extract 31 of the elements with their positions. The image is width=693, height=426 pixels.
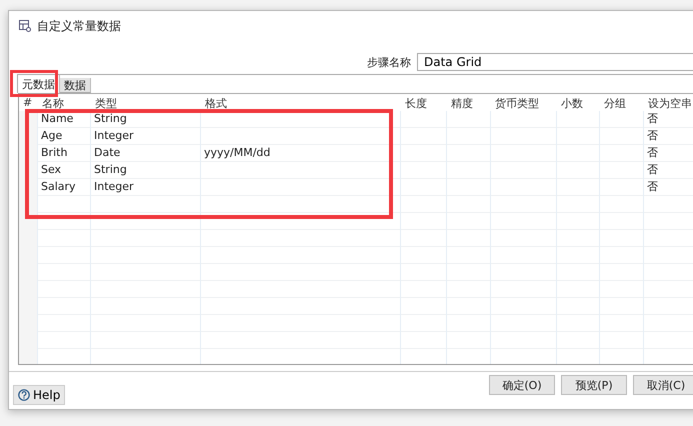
tab[interactable]: 数据 — [60, 78, 91, 93]
column-header: 分组 — [600, 94, 644, 111]
help-button[interactable]: Help — [13, 385, 66, 405]
grid-icon — [19, 20, 31, 32]
dialog-button[interactable]: 确定(O) — [489, 375, 555, 395]
table-cell-text: String — [93, 162, 128, 178]
column-header: 小数 — [557, 94, 600, 111]
dialog-button[interactable]: 预览(P) — [561, 375, 627, 395]
table-cell-text: Name — [40, 111, 74, 127]
table-cell-text: Age — [40, 128, 64, 144]
column-header: 精度 — [447, 94, 491, 111]
table-cell-text: Integer — [93, 128, 135, 144]
column-header: 长度 — [401, 94, 447, 111]
table-cell-text: 否 — [646, 162, 659, 178]
column-header: 货币类型 — [491, 94, 557, 111]
table-cell-text: Sex — [40, 162, 62, 178]
table-cell-text: 否 — [646, 128, 659, 144]
table-cell-text: String — [93, 111, 128, 127]
step-name-label: 步骤名称 — [367, 54, 411, 70]
table-cell-text: 否 — [646, 179, 659, 195]
table-cell-text: Brith — [40, 145, 68, 161]
step-name-field[interactable]: Data Grid — [417, 53, 693, 71]
table-cell-text: 否 — [646, 111, 659, 127]
table-cell-text: Integer — [93, 179, 135, 195]
dialog-button[interactable]: 取消(C) — [633, 375, 693, 395]
help-icon — [18, 389, 30, 401]
table-cell-text: Date — [93, 145, 122, 161]
table-cell-text: 否 — [646, 145, 659, 161]
table-cell-text: yyyy/MM/dd — [203, 145, 272, 161]
window-title: 自定义常量数据 — [37, 18, 121, 34]
table-cell-text: Salary — [40, 179, 77, 195]
